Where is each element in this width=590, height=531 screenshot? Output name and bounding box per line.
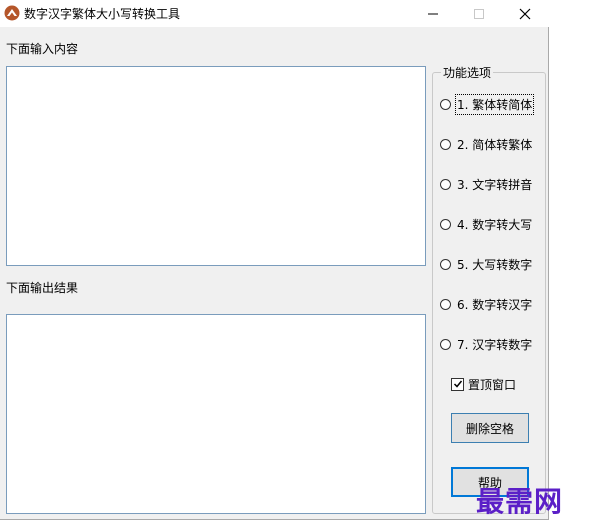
- close-button[interactable]: [502, 0, 548, 27]
- radio-circle[interactable]: [440, 98, 451, 110]
- minimize-button[interactable]: [410, 0, 456, 27]
- radio-hanzi-to-number[interactable]: 7. 汉字转数字: [440, 336, 532, 352]
- radio-circle[interactable]: [440, 258, 451, 270]
- topmost-label: 置顶窗口: [468, 377, 517, 392]
- remove-spaces-button[interactable]: 删除空格: [451, 413, 529, 443]
- radio-label: 2. 简体转繁体: [457, 137, 533, 152]
- radio-uppercase-to-number[interactable]: 5. 大写转数字: [440, 256, 532, 272]
- radio-number-to-uppercase[interactable]: 4. 数字转大写: [440, 216, 532, 232]
- radio-text-to-pinyin[interactable]: 3. 文字转拼音: [440, 176, 532, 192]
- radio-label: 3. 文字转拼音: [457, 177, 533, 192]
- maximize-icon: [474, 8, 484, 19]
- radio-circle[interactable]: [440, 298, 451, 310]
- app-logo-icon: [4, 5, 20, 21]
- maximize-button[interactable]: [456, 0, 502, 27]
- radio-label: 4. 数字转大写: [457, 217, 533, 232]
- radio-label: 1. 繁体转简体: [454, 93, 535, 115]
- watermark-logo: 最需网: [476, 485, 564, 518]
- options-title: 功能选项: [441, 64, 494, 81]
- radio-circle[interactable]: [440, 178, 451, 190]
- radio-simplified-to-traditional[interactable]: 2. 简体转繁体: [440, 136, 532, 152]
- checkmark-icon: [453, 380, 462, 388]
- close-icon: [519, 8, 531, 19]
- window-title: 数字汉字繁体大小写转换工具: [24, 7, 181, 21]
- radio-number-to-hanzi[interactable]: 6. 数字转汉字: [440, 296, 532, 312]
- radio-circle[interactable]: [440, 138, 451, 150]
- topmost-checkbox[interactable]: [451, 377, 464, 391]
- minimize-icon: [428, 13, 438, 14]
- title-bar[interactable]: 数字汉字繁体大小写转换工具: [0, 0, 549, 27]
- radio-label: 6. 数字转汉字: [457, 297, 533, 312]
- output-textbox[interactable]: [6, 314, 426, 514]
- radio-traditional-to-simplified[interactable]: 1. 繁体转简体: [440, 93, 535, 115]
- radio-circle[interactable]: [440, 218, 451, 230]
- app-window: 数字汉字繁体大小写转换工具 下面输入内容 下面输出结果 功能选项 1. 繁体转简…: [0, 0, 549, 520]
- input-label: 下面输入内容: [6, 42, 79, 56]
- radio-label: 5. 大写转数字: [457, 257, 533, 272]
- input-textbox[interactable]: [6, 66, 426, 266]
- radio-label: 7. 汉字转数字: [457, 337, 533, 352]
- output-label: 下面输出结果: [6, 281, 79, 295]
- radio-circle[interactable]: [440, 338, 451, 350]
- topmost-checkbox-row[interactable]: 置顶窗口: [451, 376, 516, 392]
